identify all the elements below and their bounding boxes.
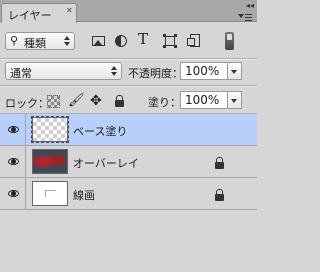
layer-thumbnail	[32, 149, 68, 174]
smart-object-filter-icon[interactable]	[187, 34, 201, 48]
layer-filter-bar: ⚲ 種類 T	[0, 23, 257, 58]
lock-image-pixels-brush-icon[interactable]: 🖌	[68, 94, 85, 108]
lock-position-move-icon[interactable]: ✥	[90, 94, 104, 108]
divider	[0, 86, 257, 87]
fill-label: 塗り：	[148, 96, 181, 109]
close-icon[interactable]: ✕	[66, 6, 73, 15]
visibility-toggle[interactable]	[0, 146, 26, 177]
visibility-toggle[interactable]	[0, 178, 26, 209]
updown-arrows-icon	[111, 66, 117, 76]
layer-name: 線画	[73, 189, 95, 202]
eye-icon	[8, 158, 19, 165]
layers-list: ベース塗り オーバーレイ 線画	[0, 114, 257, 272]
blend-mode-select[interactable]: 通常	[5, 62, 122, 80]
eye-icon	[8, 190, 19, 197]
layer-row[interactable]: 線画	[0, 178, 257, 210]
lock-icon	[215, 157, 224, 169]
visibility-toggle[interactable]	[0, 114, 26, 145]
lock-all-icon[interactable]	[113, 94, 127, 108]
layer-name: ベース塗り	[73, 125, 128, 138]
layer-row[interactable]: オーバーレイ	[0, 146, 257, 178]
opacity-dropdown-button[interactable]	[228, 62, 242, 80]
opacity-input[interactable]: 100%	[180, 62, 228, 80]
fill-dropdown-button[interactable]	[228, 91, 242, 109]
pixel-layer-filter-icon[interactable]	[92, 34, 106, 48]
lock-icon	[215, 189, 224, 201]
filter-kind-select[interactable]: ⚲ 種類	[5, 32, 75, 50]
layer-thumbnail	[31, 116, 69, 143]
filter-kind-label: 種類	[24, 37, 46, 50]
eye-icon	[8, 126, 19, 133]
updown-arrows-icon	[64, 36, 70, 46]
layer-thumbnail	[32, 181, 68, 206]
panel-tab-strip: ◂◂ レイヤー ✕	[0, 0, 257, 23]
layer-row[interactable]: ベース塗り	[0, 114, 257, 146]
divider	[0, 59, 257, 60]
adjustment-layer-filter-icon[interactable]	[114, 34, 128, 48]
tab-layers[interactable]: レイヤー ✕	[1, 3, 77, 23]
fill-input[interactable]: 100%	[180, 91, 228, 109]
lock-transparent-pixels-icon[interactable]	[46, 94, 60, 108]
shape-layer-filter-icon[interactable]	[163, 34, 177, 48]
lock-label: ロック：	[5, 97, 49, 110]
panel-menu-icon[interactable]	[238, 13, 252, 21]
tab-layers-label: レイヤー	[8, 9, 52, 22]
blend-mode-value: 通常	[10, 67, 32, 80]
layer-name: オーバーレイ	[73, 157, 139, 170]
collapse-panel-button[interactable]: ◂◂	[234, 1, 254, 10]
opacity-label: 不透明度：	[128, 67, 183, 80]
layers-panel: ◂◂ レイヤー ✕ ⚲ 種類 T 通常 不透明度： 100% ロック： 🖌 ✥ …	[0, 0, 257, 272]
type-layer-filter-icon[interactable]: T	[138, 31, 152, 47]
filter-toggle-switch[interactable]	[225, 32, 234, 50]
search-icon: ⚲	[10, 34, 19, 47]
